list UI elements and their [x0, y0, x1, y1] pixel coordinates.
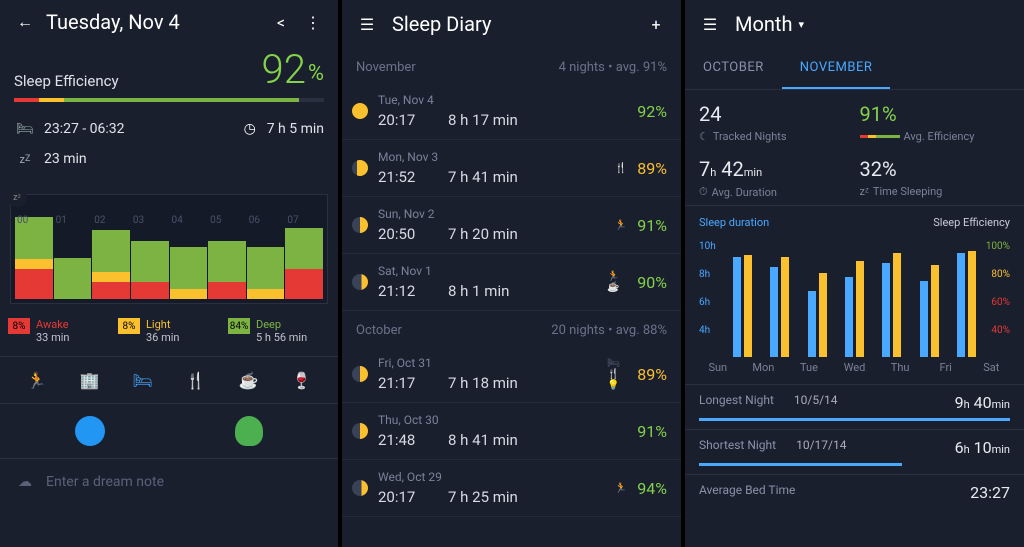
efficiency-bar	[14, 98, 324, 102]
zz-icon: zZ	[14, 148, 36, 170]
moon-icon	[352, 366, 368, 382]
efficiency-unit: %	[308, 61, 324, 90]
moon-icon: ☾	[699, 130, 709, 143]
sleep-duration: 7 h 5 min	[267, 121, 324, 137]
menu-icon[interactable]: ☰	[356, 13, 378, 35]
food-icon[interactable]: 🍴	[185, 369, 207, 391]
stat-duration: 7h 42min ⏱Avg. Duration	[699, 157, 850, 199]
weekday-labels: SunMonTueWedThuFriSat	[699, 361, 1010, 374]
alcohol-icon[interactable]: 🍷	[291, 369, 313, 391]
legend-awake: 8% Awake33 min	[8, 318, 110, 344]
bed-range: 23:27 - 06:32	[44, 121, 125, 137]
diary-entry[interactable]: Thu, Oct 3021:488 h 41 min91%	[342, 403, 681, 460]
legend-deep: 84% Deep5 h 56 min	[228, 318, 330, 344]
diary-entry[interactable]: Mon, Nov 321:527 h 41 min🍴89%	[342, 140, 681, 197]
chart-legend: Sleep duration Sleep Efficiency	[685, 206, 1024, 233]
pane-day: ← Tuesday, Nov 4 < ⋮ Sleep Efficiency 92…	[0, 0, 338, 547]
zz-icon: zᶻ	[860, 185, 869, 198]
legend-light: 8% Light36 min	[118, 318, 220, 344]
date-title: Tuesday, Nov 4	[46, 10, 260, 34]
add-icon[interactable]: +	[645, 13, 667, 35]
longest-night-row: Longest Night 10/5/14 9h 40min	[685, 384, 1024, 414]
shortest-night-row: Shortest Night 10/17/14 6h 10min	[685, 429, 1024, 459]
dropdown-icon: ▾	[798, 18, 804, 31]
month-tabs: OCTOBER NOVEMBER	[685, 48, 1024, 90]
pane-month: ☰ Month ▾ OCTOBER NOVEMBER 24 ☾Tracked N…	[685, 0, 1024, 547]
pane-diary: ☰ Sleep Diary + November4 nights • avg. …	[342, 0, 681, 547]
diary-title: Sleep Diary	[392, 12, 631, 36]
light-pct: 8%	[118, 318, 140, 334]
stress-icon[interactable]: 🏢	[79, 369, 101, 391]
stats-grid: 24 ☾Tracked Nights 91% Avg. Efficiency 7…	[685, 90, 1024, 206]
mood-happy-icon[interactable]	[75, 416, 105, 446]
bed-icon: 🛏	[14, 118, 36, 140]
exercise-icon[interactable]: 🏃	[26, 369, 48, 391]
mood-ghost-icon[interactable]	[235, 416, 263, 446]
tab-october[interactable]: OCTOBER	[685, 48, 782, 89]
efficiency-value: 92	[262, 50, 306, 90]
avg-bed-row: Average Bed Time 23:27	[685, 474, 1024, 504]
zz-badge: zᶻ	[7, 187, 27, 207]
dream-note-row[interactable]: ☁ Enter a dream note	[0, 459, 338, 505]
deep-pct: 84%	[228, 318, 250, 334]
moon-icon	[352, 274, 368, 290]
moon-icon	[352, 103, 368, 119]
dream-note-placeholder: Enter a dream note	[46, 474, 164, 490]
stat-time-sleeping: 32% zᶻTime Sleeping	[860, 157, 1011, 199]
times-block: 🛏 23:27 - 06:32 ◷ 7 h 5 min zZ 23 min	[0, 110, 338, 186]
eff-minibar	[860, 135, 900, 138]
share-icon[interactable]: <	[270, 11, 292, 33]
moon-icon	[352, 160, 368, 176]
month-title[interactable]: Month ▾	[735, 12, 804, 36]
chart-left-label: Sleep duration	[699, 216, 769, 229]
back-icon[interactable]: ←	[14, 11, 36, 33]
diary-entry[interactable]: Fri, Oct 3121:177 h 18 min🛏🍴💡89%	[342, 346, 681, 403]
mood-row	[0, 404, 338, 459]
diary-list[interactable]: November4 nights • avg. 91%Tue, Nov 420:…	[342, 48, 681, 517]
legend: 8% Awake33 min 8% Light36 min 84% Deep5 …	[0, 310, 338, 357]
diary-entry[interactable]: Sat, Nov 121:128 h 1 min🏃☕90%	[342, 254, 681, 311]
coffee-icon[interactable]: ☕	[238, 369, 260, 391]
awake-pct: 8%	[8, 318, 30, 334]
stat-nights: 24 ☾Tracked Nights	[699, 102, 850, 143]
longest-bar	[699, 418, 1010, 421]
efficiency-row: Sleep Efficiency 92 %	[0, 44, 338, 98]
clock-icon: ◷	[239, 118, 261, 140]
diary-entry[interactable]: Wed, Oct 2920:177 h 25 min🏃94%	[342, 460, 681, 517]
month-header: ☰ Month ▾	[685, 0, 1024, 48]
shortest-bar	[699, 463, 902, 466]
weekday-chart[interactable]: 10h8h6h4h100%80%60%40%	[699, 237, 1010, 357]
header: ← Tuesday, Nov 4 < ⋮	[0, 0, 338, 44]
overflow-icon[interactable]: ⋮	[302, 11, 324, 33]
cloud-icon: ☁	[14, 471, 36, 493]
chart-right-label: Sleep Efficiency	[933, 216, 1010, 229]
tag-row: 🏃 🏢 🛏 🍴 ☕ 🍷	[0, 357, 338, 404]
bed-tag-icon[interactable]: 🛏	[132, 369, 154, 391]
moon-icon	[352, 480, 368, 496]
moon-icon	[352, 423, 368, 439]
clock-icon: ⏱	[699, 185, 708, 199]
diary-entry[interactable]: Sun, Nov 220:507 h 20 min🏃91%	[342, 197, 681, 254]
diary-header: ☰ Sleep Diary +	[342, 0, 681, 48]
diary-entry[interactable]: Tue, Nov 420:178 h 17 min92%	[342, 83, 681, 140]
menu-icon[interactable]: ☰	[699, 13, 721, 35]
asleep-after: 23 min	[44, 151, 87, 167]
moon-icon	[352, 217, 368, 233]
efficiency-label: Sleep Efficiency	[14, 72, 262, 90]
sleep-timeline-chart[interactable]: zᶻ 0001020304050607	[10, 194, 328, 304]
tab-november[interactable]: NOVEMBER	[782, 48, 891, 89]
stat-efficiency: 91% Avg. Efficiency	[860, 102, 1011, 143]
